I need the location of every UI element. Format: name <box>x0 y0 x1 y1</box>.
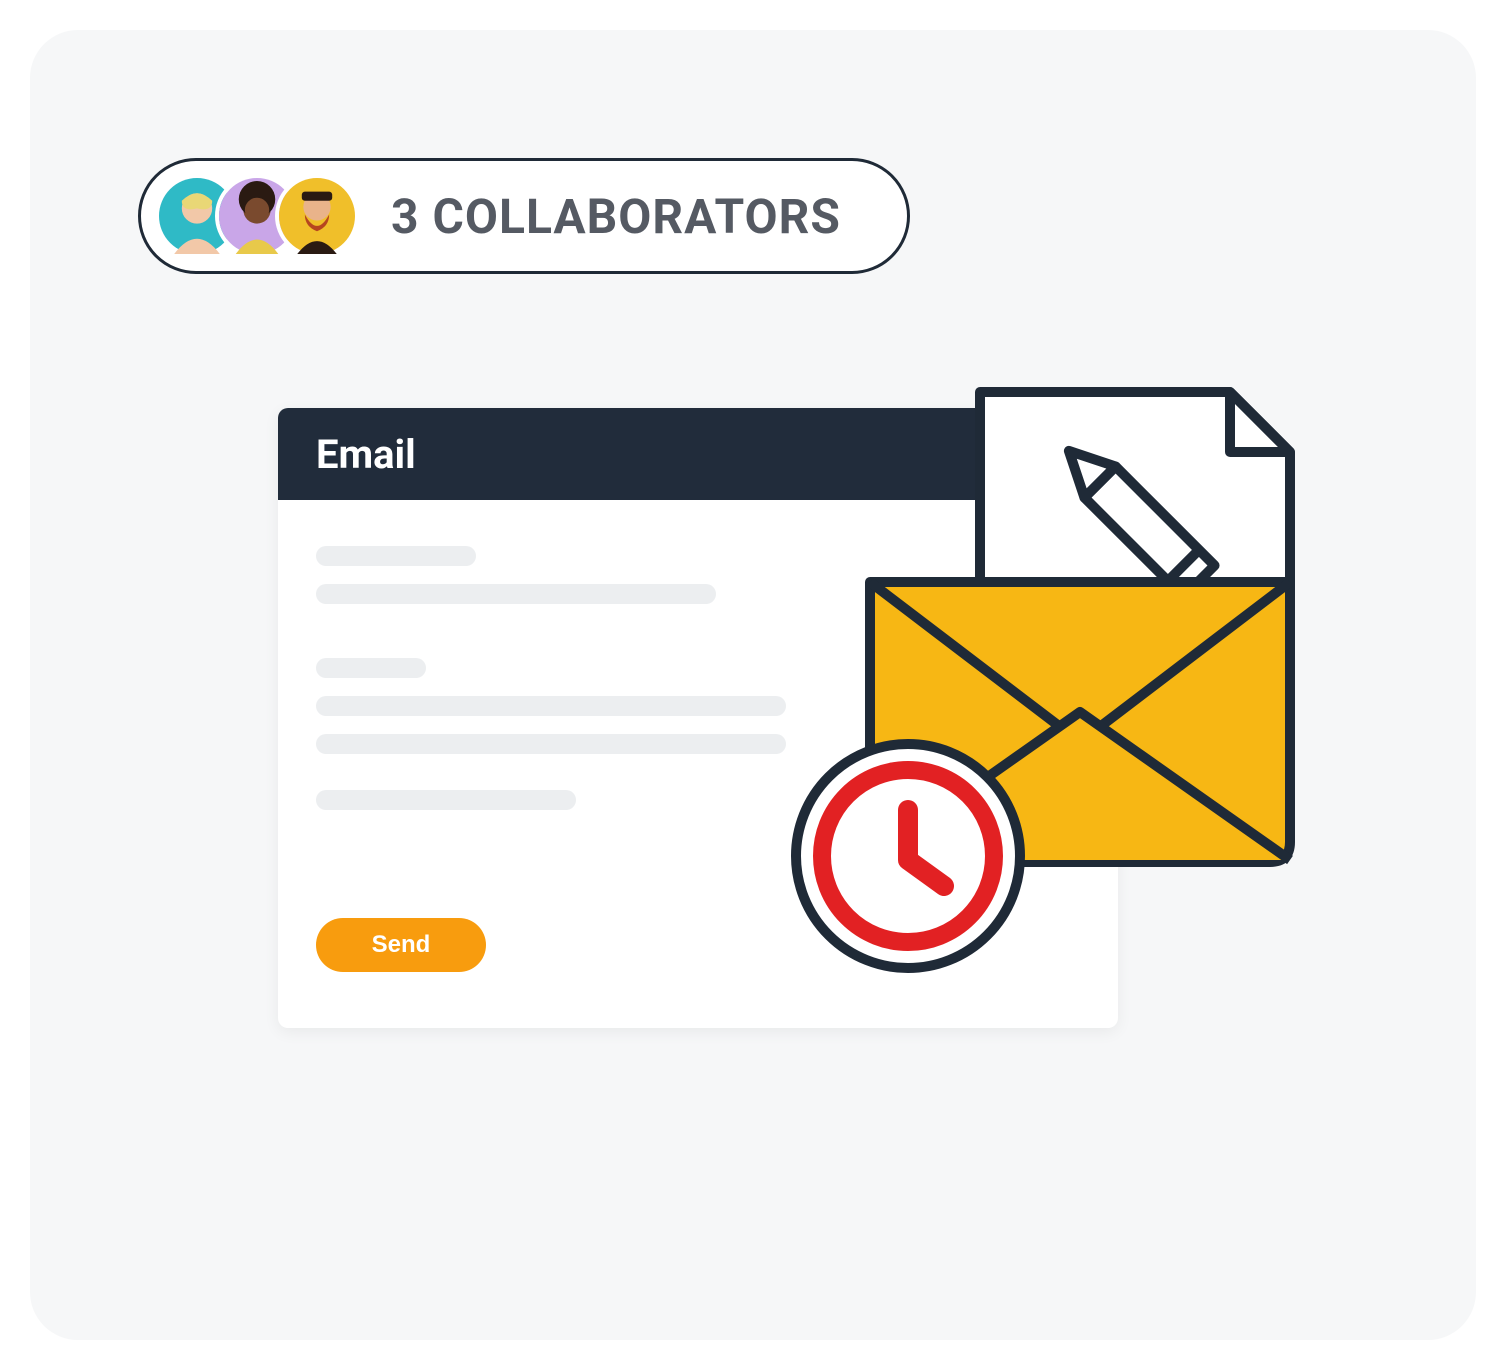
collaborators-pill: 3 COLLABORATORS <box>138 158 910 274</box>
placeholder-line <box>316 658 426 678</box>
placeholder-line <box>316 584 716 604</box>
send-button[interactable]: Send <box>316 918 486 972</box>
collaborators-label: 3 COLLABORATORS <box>391 188 841 245</box>
placeholder-line <box>316 546 476 566</box>
email-card-title: Email <box>316 431 416 478</box>
avatar-3 <box>275 174 359 258</box>
illustration-canvas: 3 COLLABORATORS Email Send <box>30 30 1476 1340</box>
placeholder-line <box>316 790 576 810</box>
placeholder-line <box>316 696 786 716</box>
placeholder-line <box>316 734 786 754</box>
clock-icon <box>790 738 1026 974</box>
avatar-stack <box>155 174 335 258</box>
